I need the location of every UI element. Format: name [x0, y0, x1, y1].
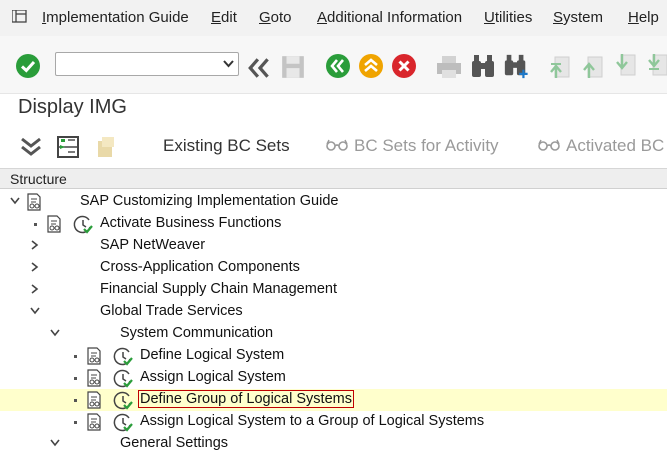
tree-row[interactable]: Activate Business Functions — [0, 213, 667, 235]
tree-row[interactable]: Assign Logical System — [0, 367, 667, 389]
leaf-bullet — [74, 377, 77, 380]
checkmark-icon[interactable] — [15, 53, 41, 79]
documentation-icon[interactable] — [87, 413, 103, 431]
chevron-right-icon[interactable] — [31, 262, 39, 272]
leaf-bullet — [74, 399, 77, 402]
tree-row[interactable]: Global Trade Services — [0, 301, 667, 323]
documentation-icon[interactable] — [94, 135, 118, 159]
cancel-icon[interactable] — [391, 53, 417, 79]
documentation-icon[interactable] — [87, 347, 103, 365]
print-icon[interactable] — [436, 54, 462, 80]
previous-page-icon[interactable] — [580, 53, 606, 79]
execute-activity-icon[interactable] — [73, 215, 93, 235]
tree-node-label[interactable]: Define Logical System — [140, 347, 284, 363]
tree-row[interactable]: System Communication — [0, 323, 667, 345]
tree-row[interactable]: SAP NetWeaver — [0, 235, 667, 257]
chevron-right-icon[interactable] — [31, 284, 39, 294]
menu-implementation-guide[interactable]: Implementation Guide — [42, 9, 189, 26]
find-icon[interactable] — [470, 53, 496, 79]
tree-node-label[interactable]: SAP Customizing Implementation Guide — [80, 193, 338, 209]
leaf-bullet — [74, 355, 77, 358]
next-page-icon[interactable] — [613, 53, 639, 79]
chevron-down-icon[interactable] — [223, 60, 234, 68]
page-title: Display IMG — [18, 96, 127, 118]
menu-additional-information[interactable]: Additional Information — [317, 9, 462, 26]
chevron-down-icon[interactable] — [50, 439, 60, 447]
save-icon[interactable] — [280, 54, 306, 80]
tree-row[interactable]: Financial Supply Chain Management — [0, 279, 667, 301]
tree-node-label[interactable]: SAP NetWeaver — [100, 237, 205, 253]
documentation-icon[interactable] — [47, 215, 63, 233]
command-field-input[interactable] — [60, 55, 210, 73]
tree-node-label[interactable]: Global Trade Services — [100, 303, 243, 319]
tree-row[interactable]: Cross-Application Components — [0, 257, 667, 279]
tree-node-label[interactable]: System Communication — [120, 325, 273, 341]
chevron-down-icon[interactable] — [50, 329, 60, 337]
tree-row[interactable]: Define Logical System — [0, 345, 667, 367]
tree-node-label[interactable]: Cross-Application Components — [100, 259, 300, 275]
documentation-icon[interactable] — [87, 391, 103, 409]
tree-node-label[interactable]: Activate Business Functions — [100, 215, 281, 231]
expand-all-icon[interactable] — [20, 136, 42, 158]
documentation-icon[interactable] — [27, 193, 43, 211]
sap-menu-icon[interactable] — [12, 10, 28, 24]
select-subtree-icon[interactable] — [56, 135, 80, 159]
tree-node-label[interactable]: Define Group of Logical Systems — [138, 390, 354, 408]
chevron-down-icon[interactable] — [10, 197, 20, 205]
execute-activity-icon[interactable] — [113, 413, 133, 433]
bc-sets-for-activity-button[interactable]: BC Sets for Activity — [326, 136, 499, 156]
menu-edit[interactable]: Edit — [211, 9, 237, 26]
structure-column-header[interactable]: Structure — [0, 168, 667, 189]
execute-activity-icon[interactable] — [113, 347, 133, 367]
glasses-icon — [538, 139, 560, 151]
structure-header-label: Structure — [10, 171, 67, 187]
tree-node-label[interactable]: Assign Logical System to a Group of Logi… — [140, 413, 484, 429]
documentation-icon[interactable] — [87, 369, 103, 387]
glasses-icon — [326, 139, 348, 151]
execute-activity-icon[interactable] — [113, 369, 133, 389]
leaf-bullet — [34, 223, 37, 226]
execute-activity-icon[interactable] — [113, 391, 133, 411]
last-page-icon[interactable] — [645, 53, 667, 79]
tree-row[interactable]: SAP Customizing Implementation Guide — [0, 191, 667, 213]
tree-row[interactable]: General Settings — [0, 433, 667, 455]
chevron-down-icon[interactable] — [30, 307, 40, 315]
chevron-right-icon[interactable] — [31, 240, 39, 250]
menu-utilities[interactable]: Utilities — [484, 9, 532, 26]
application-toolbar: Existing BC Sets BC Sets for Activity Ac… — [0, 128, 667, 164]
first-page-icon[interactable] — [547, 53, 573, 79]
exit-icon[interactable] — [358, 53, 384, 79]
menu-goto[interactable]: Goto — [259, 9, 292, 26]
menu-help[interactable]: Help — [628, 9, 659, 26]
tree-row[interactable]: Assign Logical System to a Group of Logi… — [0, 411, 667, 433]
existing-bc-sets-button[interactable]: Existing BC Sets — [163, 136, 290, 156]
activated-bc-sets-label: Activated BC — [566, 136, 665, 155]
find-next-icon[interactable] — [503, 53, 529, 79]
double-chevron-left-icon[interactable] — [247, 55, 273, 81]
activated-bc-sets-button[interactable]: Activated BC — [538, 136, 664, 156]
menu-bar: Implementation Guide Edit Goto Additiona… — [0, 0, 667, 36]
command-field[interactable] — [55, 52, 239, 76]
tree-row-selected[interactable]: Define Group of Logical Systems — [0, 389, 667, 411]
tree-node-label[interactable]: Assign Logical System — [140, 369, 286, 385]
tree-node-label[interactable]: Financial Supply Chain Management — [100, 281, 337, 297]
bc-sets-for-activity-label: BC Sets for Activity — [354, 136, 499, 155]
leaf-bullet — [74, 421, 77, 424]
back-icon[interactable] — [325, 53, 351, 79]
menu-system[interactable]: System — [553, 9, 603, 26]
